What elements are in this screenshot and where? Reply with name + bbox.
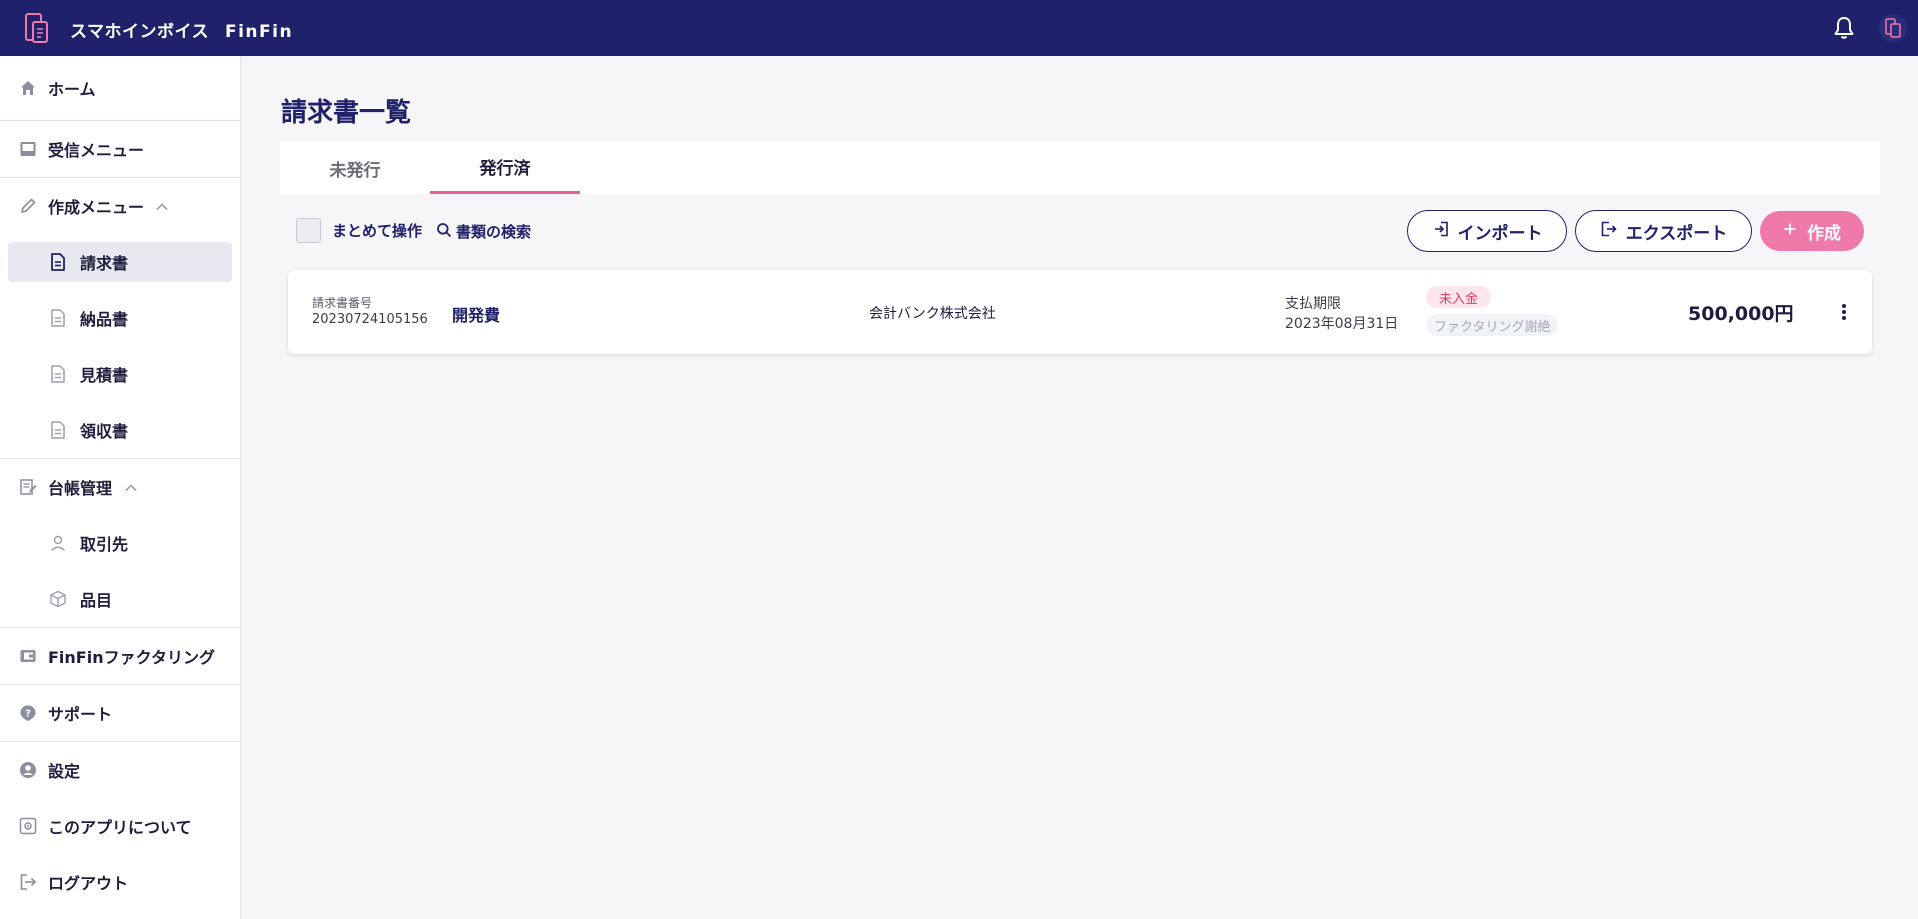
sidebar-item-support[interactable]: ? サポート <box>0 685 240 741</box>
create-button[interactable]: 作成 <box>1760 211 1864 251</box>
document-search-button[interactable]: 書類の検索 <box>436 221 531 242</box>
import-icon <box>1432 220 1450 243</box>
import-label: インポート <box>1457 223 1543 244</box>
sidebar-item-factoring[interactable]: FinFinファクタリング <box>0 628 240 684</box>
inbox-icon <box>18 139 38 159</box>
create-label: 作成 <box>1807 223 1841 244</box>
brand-sub: FinFin <box>224 22 294 42</box>
home-icon <box>18 78 38 98</box>
sidebar-item-invoice[interactable]: 請求書 <box>8 242 232 282</box>
sidebar: ホーム 受信メニュー 作成メニュー 請求書 納品書 見積書 領収書 台帳管理 取… <box>0 56 241 919</box>
document-icon <box>48 308 68 328</box>
search-icon <box>436 222 452 242</box>
sidebar-item-logout[interactable]: ログアウト <box>0 854 240 910</box>
chevron-up-icon[interactable] <box>124 480 138 494</box>
svg-text:?: ? <box>25 709 31 720</box>
ledger-icon <box>18 477 38 497</box>
help-icon: ? <box>18 703 38 723</box>
sidebar-item-create-menu[interactable]: 作成メニュー <box>0 178 240 234</box>
sidebar-item-label: ホーム <box>48 80 96 99</box>
gear-icon <box>18 816 38 836</box>
tab-issued[interactable]: 発行済 <box>430 142 580 194</box>
sidebar-item-label: 受信メニュー <box>48 141 145 160</box>
invoice-subject: 開発費 <box>452 306 501 325</box>
logout-icon <box>18 872 38 892</box>
sidebar-item-label: 請求書 <box>80 254 129 273</box>
tab-bar: 未発行 発行済 <box>280 142 1880 194</box>
sidebar-item-home[interactable]: ホーム <box>0 56 240 120</box>
search-label: 書類の検索 <box>456 223 532 241</box>
wallet-icon <box>18 646 38 666</box>
due-date: 2023年08月31日 <box>1285 316 1399 332</box>
sidebar-item-receipt[interactable]: 領収書 <box>8 410 232 450</box>
invoice-number-label: 請求書番号 <box>312 296 373 310</box>
tab-unissued[interactable]: 未発行 <box>280 142 430 194</box>
sidebar-item-label: 作成メニュー <box>48 198 145 217</box>
avatar-logo-icon[interactable] <box>1879 14 1907 42</box>
export-button[interactable]: エクスポート <box>1575 210 1752 252</box>
chevron-up-icon[interactable] <box>155 199 169 213</box>
sidebar-item-label: 設定 <box>48 762 81 781</box>
plus-icon <box>1783 221 1797 241</box>
invoice-number: 20230724105156 <box>312 312 428 327</box>
sidebar-item-label: 納品書 <box>80 310 129 329</box>
sidebar-item-ledger[interactable]: 台帳管理 <box>0 459 240 515</box>
export-label: エクスポート <box>1625 223 1728 244</box>
person-icon <box>48 533 68 553</box>
invoice-row[interactable]: 請求書番号 20230724105156 開発費 会計バンク株式会社 支払期限 … <box>288 270 1872 354</box>
due-date-label: 支払期限 <box>1285 296 1341 312</box>
sidebar-item-about[interactable]: このアプリについて <box>0 798 240 854</box>
export-icon <box>1600 220 1618 243</box>
box-icon <box>48 589 68 609</box>
sidebar-item-label: 品目 <box>80 591 113 610</box>
brand-name: スマホインボイス <box>70 22 209 42</box>
bulk-action-button[interactable]: まとめて操作 <box>332 220 422 241</box>
brand-title: スマホインボイス FinFin <box>70 17 293 42</box>
sidebar-item-settings[interactable]: 設定 <box>0 742 240 798</box>
more-options-icon[interactable] <box>1834 300 1854 324</box>
status-badge: 未入金 <box>1426 286 1492 308</box>
sidebar-item-label: サポート <box>48 705 113 724</box>
sidebar-item-label: 見積書 <box>80 366 129 385</box>
app-header: スマホインボイス FinFin <box>0 0 1918 56</box>
import-button[interactable]: インポート <box>1407 210 1567 252</box>
bell-icon[interactable] <box>1832 15 1856 41</box>
user-circle-icon <box>18 760 38 780</box>
sidebar-item-label: FinFinファクタリング <box>48 648 215 667</box>
sidebar-item-clients[interactable]: 取引先 <box>8 523 232 563</box>
document-icon <box>48 364 68 384</box>
sidebar-item-products[interactable]: 品目 <box>8 579 232 619</box>
sidebar-item-estimate[interactable]: 見積書 <box>8 354 232 394</box>
sidebar-item-label: ログアウト <box>48 874 129 893</box>
sidebar-item-inbox[interactable]: 受信メニュー <box>0 121 240 177</box>
pencil-icon <box>18 196 38 216</box>
sidebar-item-delivery-note[interactable]: 納品書 <box>8 298 232 338</box>
factoring-status-badge: ファクタリング謝絶 <box>1426 314 1559 336</box>
bulk-select-checkbox[interactable] <box>296 218 321 243</box>
invoice-client: 会計バンク株式会社 <box>869 306 996 322</box>
sidebar-item-label: このアプリについて <box>48 818 192 837</box>
document-icon <box>48 252 68 272</box>
sidebar-item-label: 台帳管理 <box>48 479 113 498</box>
invoice-amount: 500,000円 <box>1688 303 1794 325</box>
sidebar-item-label: 取引先 <box>80 535 129 554</box>
document-icon <box>48 420 68 440</box>
page-title: 請求書一覧 <box>281 98 412 128</box>
invoice-logo-icon[interactable] <box>24 12 50 44</box>
sidebar-item-label: 領収書 <box>80 422 129 441</box>
